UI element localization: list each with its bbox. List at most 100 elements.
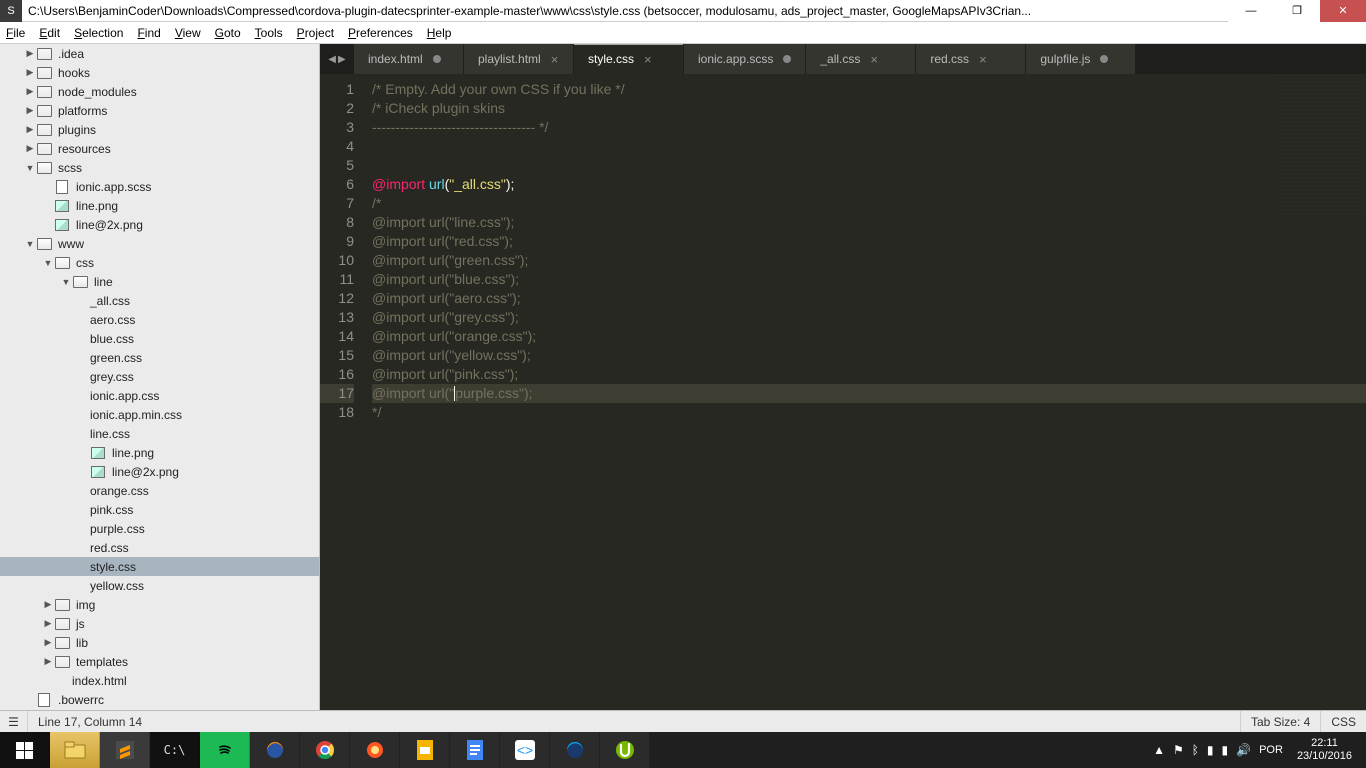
- chevron-right-icon[interactable]: ▶: [42, 637, 54, 648]
- tray-language[interactable]: POR: [1259, 744, 1283, 756]
- menu-project[interactable]: Project: [297, 26, 334, 40]
- tray-volume-icon[interactable]: 🔊: [1236, 743, 1251, 757]
- menu-tools[interactable]: Tools: [255, 26, 283, 40]
- tree-item-node-modules[interactable]: ▶node_modules: [0, 82, 319, 101]
- tab-gulpfile-js[interactable]: gulpfile.js: [1026, 44, 1136, 74]
- taskbar-chrome[interactable]: [300, 732, 350, 768]
- tree-item-purple-css[interactable]: purple.css: [0, 519, 319, 538]
- menu-goto[interactable]: Goto: [215, 26, 241, 40]
- tab-nav-arrows[interactable]: ◀▶: [320, 44, 354, 74]
- tree-item-line-2x-png[interactable]: line@2x.png: [0, 215, 319, 234]
- tree-item-hooks[interactable]: ▶hooks: [0, 63, 319, 82]
- line-number[interactable]: 11: [320, 270, 354, 289]
- tray-flag-icon[interactable]: ⚑: [1173, 743, 1184, 757]
- taskbar-sublime-text[interactable]: [100, 732, 150, 768]
- code-line[interactable]: */: [372, 403, 1366, 422]
- code-line[interactable]: @import url("grey.css");: [372, 308, 1366, 327]
- tree-item-plugins[interactable]: ▶plugins: [0, 120, 319, 139]
- tree-item-ionic-app-scss[interactable]: ionic.app.scss: [0, 177, 319, 196]
- taskbar-spotify[interactable]: [200, 732, 250, 768]
- tray-clock[interactable]: 22:11 23/10/2016: [1291, 737, 1358, 763]
- tab--all-css[interactable]: _all.css×: [806, 44, 916, 74]
- chevron-right-icon[interactable]: ▶: [42, 618, 54, 629]
- taskbar-firefox-dev[interactable]: [550, 732, 600, 768]
- menu-file[interactable]: File: [6, 26, 25, 40]
- chevron-right-icon[interactable]: ▶: [24, 67, 36, 78]
- tab-close-icon[interactable]: ×: [551, 52, 559, 67]
- system-tray[interactable]: ▲ ⚑ ᛒ ▮ ▮ 🔊 POR 22:11 23/10/2016: [1153, 737, 1366, 763]
- taskbar-brackets[interactable]: <>: [500, 732, 550, 768]
- tab-playlist-html[interactable]: playlist.html×: [464, 44, 574, 74]
- code-line[interactable]: @import url("yellow.css");: [372, 346, 1366, 365]
- tab-close-icon[interactable]: ×: [979, 52, 987, 67]
- code-line[interactable]: @import url("red.css");: [372, 232, 1366, 251]
- tray-show-hidden-icon[interactable]: ▲: [1153, 743, 1165, 757]
- tab-close-icon[interactable]: ×: [870, 52, 878, 67]
- tab-red-css[interactable]: red.css×: [916, 44, 1026, 74]
- chevron-right-icon[interactable]: ▶: [24, 143, 36, 154]
- tab-ionic-app-scss[interactable]: ionic.app.scss: [684, 44, 806, 74]
- minimap[interactable]: [1274, 78, 1364, 218]
- chevron-down-icon[interactable]: ▼: [24, 163, 36, 173]
- code-line[interactable]: @import url("green.css");: [372, 251, 1366, 270]
- code-line[interactable]: /* iCheck plugin skins: [372, 99, 1366, 118]
- taskbar-google-docs[interactable]: [450, 732, 500, 768]
- tree-item-scss[interactable]: ▼scss: [0, 158, 319, 177]
- tree-item-grey-css[interactable]: grey.css: [0, 367, 319, 386]
- start-button[interactable]: [0, 732, 50, 768]
- tree-item-style-css[interactable]: style.css: [0, 557, 319, 576]
- code-editor[interactable]: 123456789101112131415161718 /* Empty. Ad…: [320, 74, 1366, 710]
- line-number[interactable]: 4: [320, 137, 354, 156]
- code-line[interactable]: @import url("pink.css");: [372, 365, 1366, 384]
- menu-find[interactable]: Find: [137, 26, 160, 40]
- window-close-button[interactable]: ✕: [1320, 0, 1366, 22]
- line-number[interactable]: 3: [320, 118, 354, 137]
- code-line[interactable]: [372, 137, 1366, 156]
- tree-item--idea[interactable]: ▶.idea: [0, 44, 319, 63]
- chevron-right-icon[interactable]: ▶: [42, 656, 54, 667]
- line-number[interactable]: 6: [320, 175, 354, 194]
- chevron-right-icon[interactable]: ▶: [24, 124, 36, 135]
- tree-item-yellow-css[interactable]: yellow.css: [0, 576, 319, 595]
- taskbar-file-explorer[interactable]: [50, 732, 100, 768]
- tree-item-line-css[interactable]: line.css: [0, 424, 319, 443]
- code-line[interactable]: /*: [372, 194, 1366, 213]
- tree-item-ionic-app-css[interactable]: ionic.app.css: [0, 386, 319, 405]
- tree-item--all-css[interactable]: _all.css: [0, 291, 319, 310]
- menu-preferences[interactable]: Preferences: [348, 26, 413, 40]
- tree-item-js[interactable]: ▶js: [0, 614, 319, 633]
- code-line[interactable]: @import url("purple.css");: [372, 384, 1366, 403]
- line-number[interactable]: 18: [320, 403, 354, 422]
- tray-network-icon[interactable]: ▮: [1222, 743, 1229, 757]
- tree-item-blue-css[interactable]: blue.css: [0, 329, 319, 348]
- tree-item-red-css[interactable]: red.css: [0, 538, 319, 557]
- code-line[interactable]: [372, 156, 1366, 175]
- line-number[interactable]: 1: [320, 80, 354, 99]
- status-tab-size[interactable]: Tab Size: 4: [1240, 711, 1320, 732]
- tree-item-lib[interactable]: ▶lib: [0, 633, 319, 652]
- tray-bluetooth-icon[interactable]: ᛒ: [1192, 743, 1199, 757]
- menu-view[interactable]: View: [175, 26, 201, 40]
- taskbar-app-1[interactable]: [350, 732, 400, 768]
- tree-item-aero-css[interactable]: aero.css: [0, 310, 319, 329]
- tab-close-icon[interactable]: ×: [644, 52, 652, 67]
- tree-item-img[interactable]: ▶img: [0, 595, 319, 614]
- line-number[interactable]: 5: [320, 156, 354, 175]
- tree-item-green-css[interactable]: green.css: [0, 348, 319, 367]
- tree-item-pink-css[interactable]: pink.css: [0, 500, 319, 519]
- code-line[interactable]: /* Empty. Add your own CSS if you like *…: [372, 80, 1366, 99]
- window-minimize-button[interactable]: —: [1228, 0, 1274, 22]
- taskbar-utorrent[interactable]: [600, 732, 650, 768]
- tree-item-line[interactable]: ▼line: [0, 272, 319, 291]
- code-line[interactable]: @import url("line.css");: [372, 213, 1366, 232]
- chevron-down-icon[interactable]: ▼: [60, 277, 72, 287]
- status-syntax[interactable]: CSS: [1320, 711, 1366, 732]
- line-number[interactable]: 17: [320, 384, 354, 403]
- taskbar-google-slides[interactable]: [400, 732, 450, 768]
- line-number-gutter[interactable]: 123456789101112131415161718: [320, 74, 364, 710]
- line-number[interactable]: 16: [320, 365, 354, 384]
- tree-item-platforms[interactable]: ▶platforms: [0, 101, 319, 120]
- menu-help[interactable]: Help: [427, 26, 452, 40]
- tree-item-css[interactable]: ▼css: [0, 253, 319, 272]
- line-number[interactable]: 2: [320, 99, 354, 118]
